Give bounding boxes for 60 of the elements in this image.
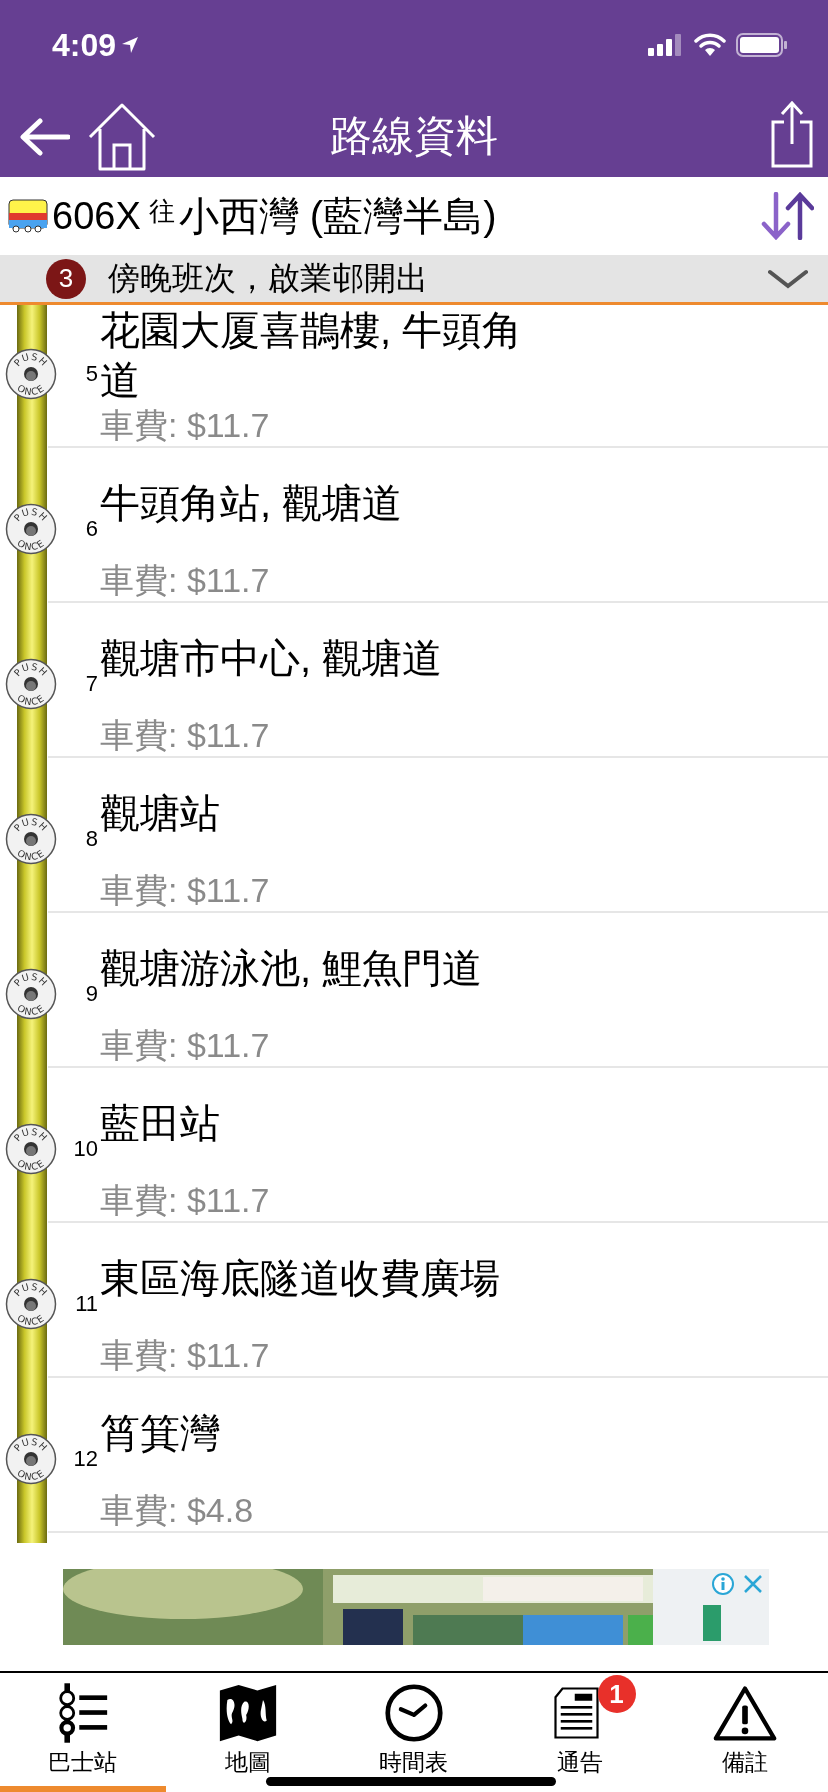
stop-number: 9 <box>85 981 99 1007</box>
stop-name: 觀塘市中心, 觀塘道 <box>100 635 444 682</box>
stop-name: 牛頭角站, 觀塘道 <box>100 480 404 527</box>
stop-number: 10 <box>73 1136 99 1162</box>
back-button[interactable] <box>18 116 70 157</box>
stop-fare: 車費: $11.7 <box>100 1335 271 1375</box>
stop-fare: 車費: $11.7 <box>100 405 271 445</box>
push-once-button[interactable]: PUSH ONCE <box>5 658 57 710</box>
stop-name: 藍田站 <box>100 1100 221 1147</box>
stop-name: 花園大厦喜鵲樓, 牛頭角道 <box>100 307 524 404</box>
stop-name: 東區海底隧道收費廣場 <box>100 1255 501 1302</box>
tab[interactable]: 巴士站 <box>0 1673 166 1792</box>
map-icon <box>218 1683 279 1743</box>
notice-text: 傍晚班次，啟業邨開出 <box>108 258 428 298</box>
warning-icon <box>713 1684 778 1742</box>
stop-name: 觀塘站 <box>100 790 221 837</box>
share-button[interactable] <box>770 99 814 168</box>
push-once-button[interactable]: PUSH ONCE <box>5 348 57 400</box>
share-icon <box>770 99 814 168</box>
stop-fare: 車費: $11.7 <box>100 1025 271 1065</box>
stop-list-icon <box>56 1683 109 1743</box>
location-arrow-icon <box>120 35 141 55</box>
stop-fare: 車費: $11.7 <box>100 1180 271 1220</box>
stop-name: 筲箕灣 <box>100 1410 221 1457</box>
battery-icon <box>736 33 788 57</box>
stop-row[interactable]: PUSH ONCE 5 花園大厦喜鵲樓, 牛頭角道 車費: $11.7 <box>0 305 828 448</box>
route-destination: 小西灣 (藍灣半島) <box>178 192 497 240</box>
swap-arrows-icon <box>760 192 814 240</box>
tab[interactable]: 時間表 <box>331 1673 497 1792</box>
back-arrow-icon <box>18 116 70 157</box>
tab[interactable]: 備註 <box>662 1673 828 1792</box>
push-once-button[interactable]: PUSH ONCE <box>5 813 57 865</box>
stop-number: 7 <box>85 671 99 697</box>
signal-icon <box>648 34 684 56</box>
stop-number: 8 <box>85 826 99 852</box>
push-once-button[interactable]: PUSH ONCE <box>5 1123 57 1175</box>
stop-number: 11 <box>75 1291 99 1317</box>
stop-fare: 車費: $11.7 <box>100 560 271 600</box>
notice-bar[interactable]: 3 傍晚班次，啟業邨開出 <box>0 255 828 305</box>
swap-direction-button[interactable] <box>760 192 814 240</box>
stop-number: 5 <box>85 361 99 387</box>
notification-badge: 1 <box>597 1675 636 1713</box>
stop-number: 6 <box>85 516 99 542</box>
stop-fare: 車費: $11.7 <box>100 870 271 910</box>
push-once-button[interactable]: PUSH ONCE <box>5 1278 57 1330</box>
route-number: 606X <box>52 194 141 238</box>
direction-label: 往 <box>148 194 175 228</box>
push-once-button[interactable]: PUSH ONCE <box>5 968 57 1020</box>
stop-number: 12 <box>73 1446 99 1472</box>
notice-count-badge: 3 <box>46 258 86 299</box>
clock-icon <box>384 1683 444 1743</box>
stop-fare: 車費: $4.8 <box>100 1490 255 1530</box>
push-once-button[interactable]: PUSH ONCE <box>5 1433 57 1485</box>
stop-fare: 車費: $11.7 <box>100 715 271 755</box>
stop-name: 觀塘游泳池, 鯉魚門道 <box>100 945 484 992</box>
wifi-icon <box>694 33 726 57</box>
push-once-button[interactable]: PUSH ONCE <box>5 503 57 555</box>
page-title: 路線資料 <box>330 111 498 161</box>
bus-icon <box>8 199 48 233</box>
status-time: 4:09 <box>52 26 117 64</box>
